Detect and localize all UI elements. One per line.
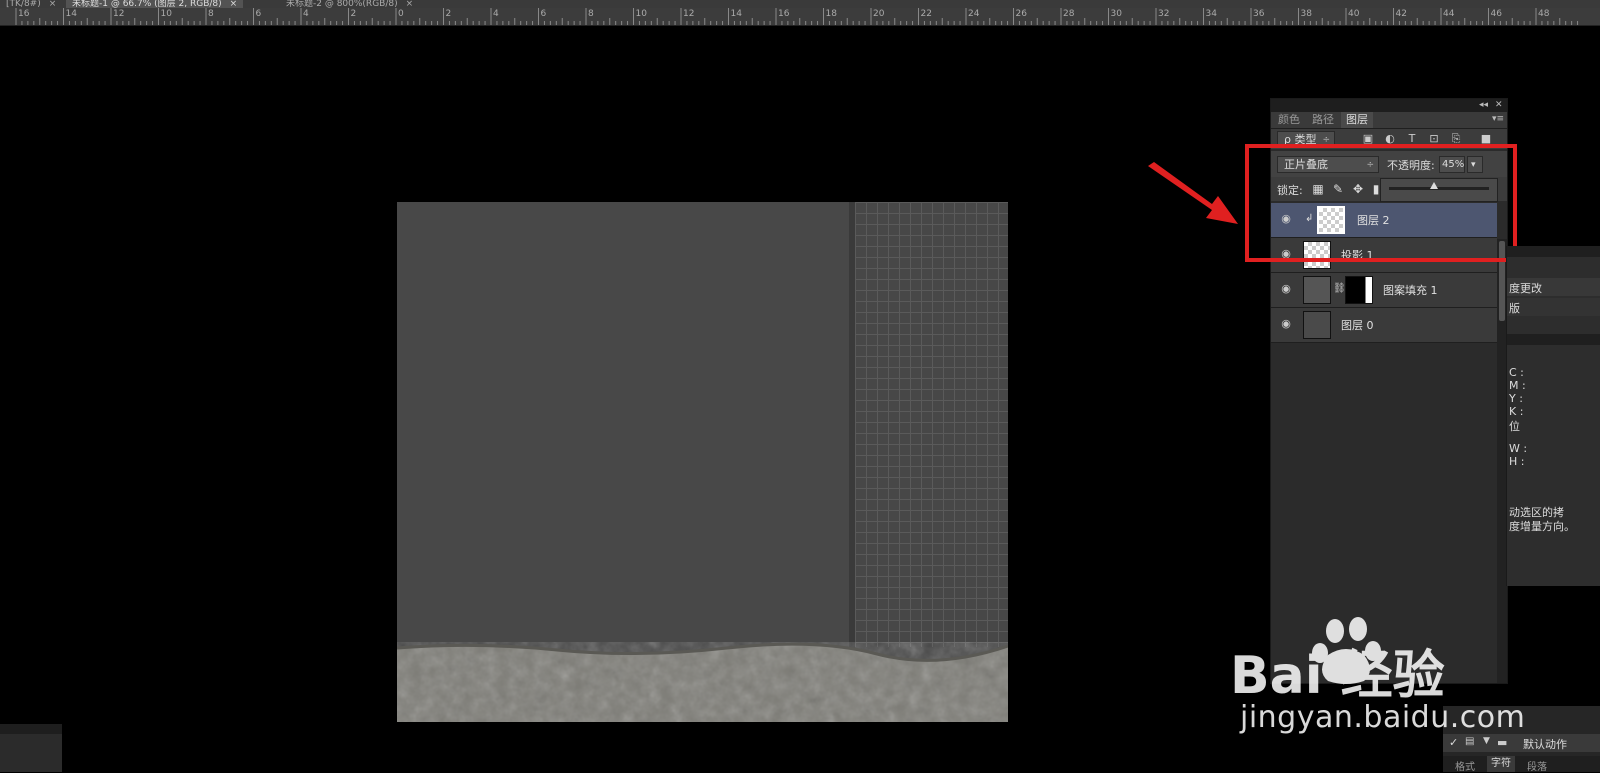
ruler-label: 22 — [920, 9, 932, 19]
layer-row-pattern-fill-1[interactable]: ◉ ⛓ 图案填充 1 — [1271, 273, 1497, 308]
layer-thumbnail[interactable] — [1303, 311, 1331, 339]
ruler-label: 40 — [1348, 9, 1360, 19]
layer-row-layer-0[interactable]: ◉ 图层 0 — [1271, 308, 1497, 343]
ruler-label: 20 — [873, 9, 885, 19]
ruler-ticks — [15, 8, 1579, 25]
document-canvas[interactable] — [397, 202, 1008, 722]
ruler-label: 28 — [1063, 9, 1075, 19]
document-tab-1[interactable]: [TK/8#) × — [0, 0, 62, 8]
horizontal-ruler[interactable]: 16 14 12 10 8 6 4 2 0 2 4 6 8 10 12 14 16 18 20 22 24 26 28 30 3… — [0, 8, 1600, 26]
layer-name[interactable]: 图案填充 1 — [1383, 282, 1438, 298]
info-k: K : — [1509, 405, 1524, 418]
info-m: M : — [1509, 379, 1526, 392]
visibility-eye-icon[interactable]: ◉ — [1279, 283, 1293, 295]
ruler-label: 2 — [445, 9, 452, 19]
info-y: Y : — [1509, 392, 1523, 405]
pattern-fill-thumbnail[interactable] — [1303, 276, 1331, 304]
ruler-label: 16 — [778, 9, 790, 19]
ruler-label: 30 — [1110, 9, 1122, 19]
ruler-label: 12 — [113, 9, 125, 19]
tab-styles[interactable]: 格式 — [1455, 758, 1475, 773]
document-tab-strip: [TK/8#) × 未标题-1 @ 66.7% (图层 2, RGB/8) × 未标… — [0, 0, 1600, 8]
panel-menu-icon[interactable]: ▾≡ — [1492, 114, 1504, 124]
tab-layers[interactable]: 图层 — [1341, 112, 1373, 128]
layer-name[interactable]: 图层 0 — [1341, 317, 1374, 333]
history-item-label: 度更改 — [1509, 282, 1542, 295]
layer-mask-thumbnail[interactable] — [1345, 276, 1373, 304]
stone-floor-image — [397, 642, 1008, 722]
ruler-label: 6 — [255, 9, 262, 19]
watermark-url: jingyan.baidu.com — [1240, 700, 1526, 735]
visibility-eye-icon[interactable]: ◉ — [1279, 318, 1293, 330]
ruler-label: 48 — [1538, 9, 1550, 19]
ruler-label: 32 — [1158, 9, 1170, 19]
tab-close-icon[interactable]: × — [49, 0, 57, 8]
ruler-label: 34 — [1205, 9, 1217, 19]
history-item-label: 版 — [1509, 302, 1520, 315]
ruler-label: 6 — [540, 9, 547, 19]
layers-panel-tabs: 颜色 路径 图层 ▾≡ — [1271, 112, 1507, 129]
ruler-label: 2 — [350, 9, 357, 19]
ruler-label: 18 — [825, 9, 837, 19]
ruler-label: 14 — [730, 9, 742, 19]
info-bit: 位 — [1509, 420, 1520, 433]
ruler-label: 38 — [1300, 9, 1312, 19]
close-panel-icon[interactable]: ✕ — [1495, 99, 1503, 111]
panel-header[interactable] — [0, 724, 62, 734]
red-highlight-box — [1245, 144, 1517, 262]
tab-color[interactable]: 颜色 — [1273, 112, 1305, 128]
ruler-label: 16 — [18, 9, 30, 19]
tab-paths[interactable]: 路径 — [1307, 112, 1339, 128]
document-tab-3[interactable]: 未标题-2 @ 800%(RGB/8) × — [280, 0, 419, 8]
ruler-label: 42 — [1395, 9, 1407, 19]
tab-label: 未标题-2 @ 800%(RGB/8) — [286, 0, 398, 8]
ruler-label: 4 — [493, 9, 499, 19]
tab-character[interactable]: 字符 — [1487, 756, 1515, 772]
tab-label: [TK/8#) — [6, 0, 41, 8]
info-h: H : — [1509, 455, 1525, 468]
tile-grid-pattern — [855, 202, 1008, 647]
info-hint-line-2: 度增量方向。 — [1509, 520, 1575, 533]
info-c: C : — [1509, 366, 1524, 379]
ruler-label: 24 — [968, 9, 980, 19]
action-set-name: 默认动作 — [1523, 738, 1567, 751]
collapse-panel-icon[interactable]: ◂◂ — [1479, 99, 1488, 111]
ruler-label: 10 — [160, 9, 172, 19]
ruler-label: 8 — [208, 9, 214, 19]
ruler-label: 36 — [1253, 9, 1265, 19]
tab-close-icon[interactable]: × — [230, 0, 238, 8]
right-side-panels: 度更改 版 C : M : Y : K : 位 W : H : 动选区的拷 度增… — [1506, 246, 1600, 586]
ruler-label: 8 — [588, 9, 594, 19]
history-item[interactable]: 度更改 — [1507, 278, 1600, 296]
ruler-label: 44 — [1443, 9, 1455, 19]
tab-label: 未标题-1 @ 66.7% (图层 2, RGB/8) — [72, 0, 222, 8]
ruler-label: 14 — [65, 9, 77, 19]
layers-panel-header[interactable]: ◂◂ ✕ — [1271, 99, 1507, 112]
red-arrow-annotation — [1148, 162, 1238, 224]
ruler-label: 12 — [683, 9, 695, 19]
ruler-label: 4 — [303, 9, 309, 19]
document-tab-2[interactable]: 未标题-1 @ 66.7% (图层 2, RGB/8) × — [66, 0, 244, 8]
tab-paragraph[interactable]: 段落 — [1527, 758, 1547, 773]
tab-close-icon[interactable]: × — [406, 0, 414, 8]
ruler-label: 26 — [1015, 9, 1027, 19]
ruler-label: 0 — [398, 9, 404, 19]
bottom-panel-tabs: 格式 字符 段落 — [1443, 756, 1600, 773]
ruler-label: 46 — [1490, 9, 1502, 19]
ruler-label: 10 — [635, 9, 647, 19]
bottom-left-panel — [0, 724, 62, 772]
history-item[interactable]: 版 — [1507, 298, 1600, 316]
info-w: W : — [1509, 442, 1528, 455]
mask-link-icon[interactable]: ⛓ — [1333, 283, 1346, 294]
info-panel-header[interactable] — [1507, 334, 1600, 345]
history-panel-header[interactable] — [1507, 246, 1600, 257]
watermark-logo-text: Bai 经验 — [1230, 646, 1445, 706]
